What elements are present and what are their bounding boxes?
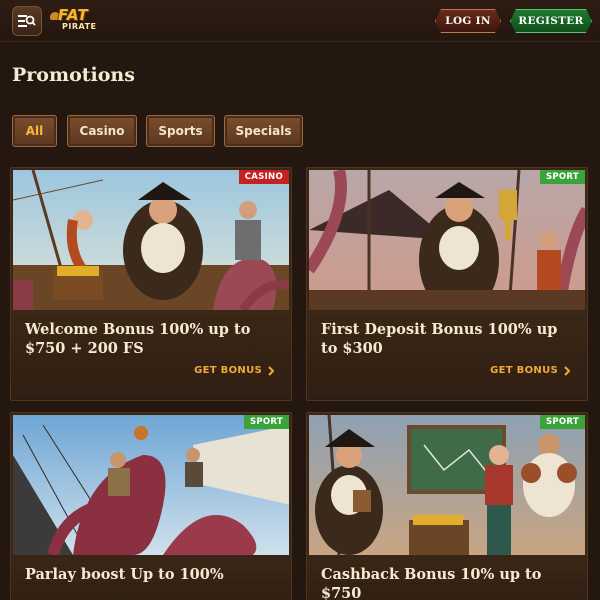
register-button[interactable]: REGISTER [510, 9, 592, 33]
promo-card-welcome[interactable]: CASINO Welcome Bonus 100% up to $750 + 2… [10, 167, 292, 401]
chevron-right-icon [564, 365, 571, 376]
logo-text-bottom: PIRATE [62, 22, 97, 31]
get-bonus-label: GET BONUS [490, 365, 558, 376]
chevron-right-icon [268, 365, 275, 376]
category-badge: SPORT [243, 415, 289, 429]
promo-image-pirate-captain [13, 170, 289, 310]
menu-button[interactable] [12, 6, 42, 36]
get-bonus-link[interactable]: GET BONUS [194, 365, 275, 376]
promo-card-parlay[interactable]: SPORT Parlay boost Up to 100% [10, 412, 292, 600]
promo-title: First Deposit Bonus 100% up to $300 [321, 321, 558, 357]
category-badge: SPORT [539, 415, 585, 429]
login-button[interactable]: LOG IN [435, 9, 501, 33]
promo-title: Cashback Bonus 10% up to $750 [321, 566, 542, 600]
get-bonus-label: GET BONUS [194, 365, 262, 376]
tab-casino[interactable]: Casino [67, 115, 137, 147]
top-header: FAT PIRATE LOG IN REGISTER [0, 0, 600, 42]
get-bonus-link[interactable]: GET BONUS [490, 365, 571, 376]
promo-card-cashback[interactable]: SPORT Cashback Bonus 10% up to $750 [306, 412, 588, 600]
page-title: Promotions [12, 64, 135, 86]
tab-sports[interactable]: Sports [146, 115, 215, 147]
promo-image-pirate-crew [309, 415, 585, 555]
search-menu-icon [18, 15, 36, 27]
tab-all[interactable]: All [12, 115, 57, 147]
promo-image-pirate-trophy [309, 170, 585, 310]
promo-image-kraken-ship [13, 415, 289, 555]
logo[interactable]: FAT PIRATE [50, 6, 106, 34]
promo-card-first-deposit[interactable]: SPORT First Deposit Bonus 100% up to $30… [306, 167, 588, 401]
category-badge: CASINO [238, 170, 289, 184]
promo-title: Parlay boost Up to 100% [25, 566, 224, 583]
tab-specials[interactable]: Specials [224, 115, 303, 147]
category-badge: SPORT [539, 170, 585, 184]
promo-title: Welcome Bonus 100% up to $750 + 200 FS [25, 321, 251, 357]
